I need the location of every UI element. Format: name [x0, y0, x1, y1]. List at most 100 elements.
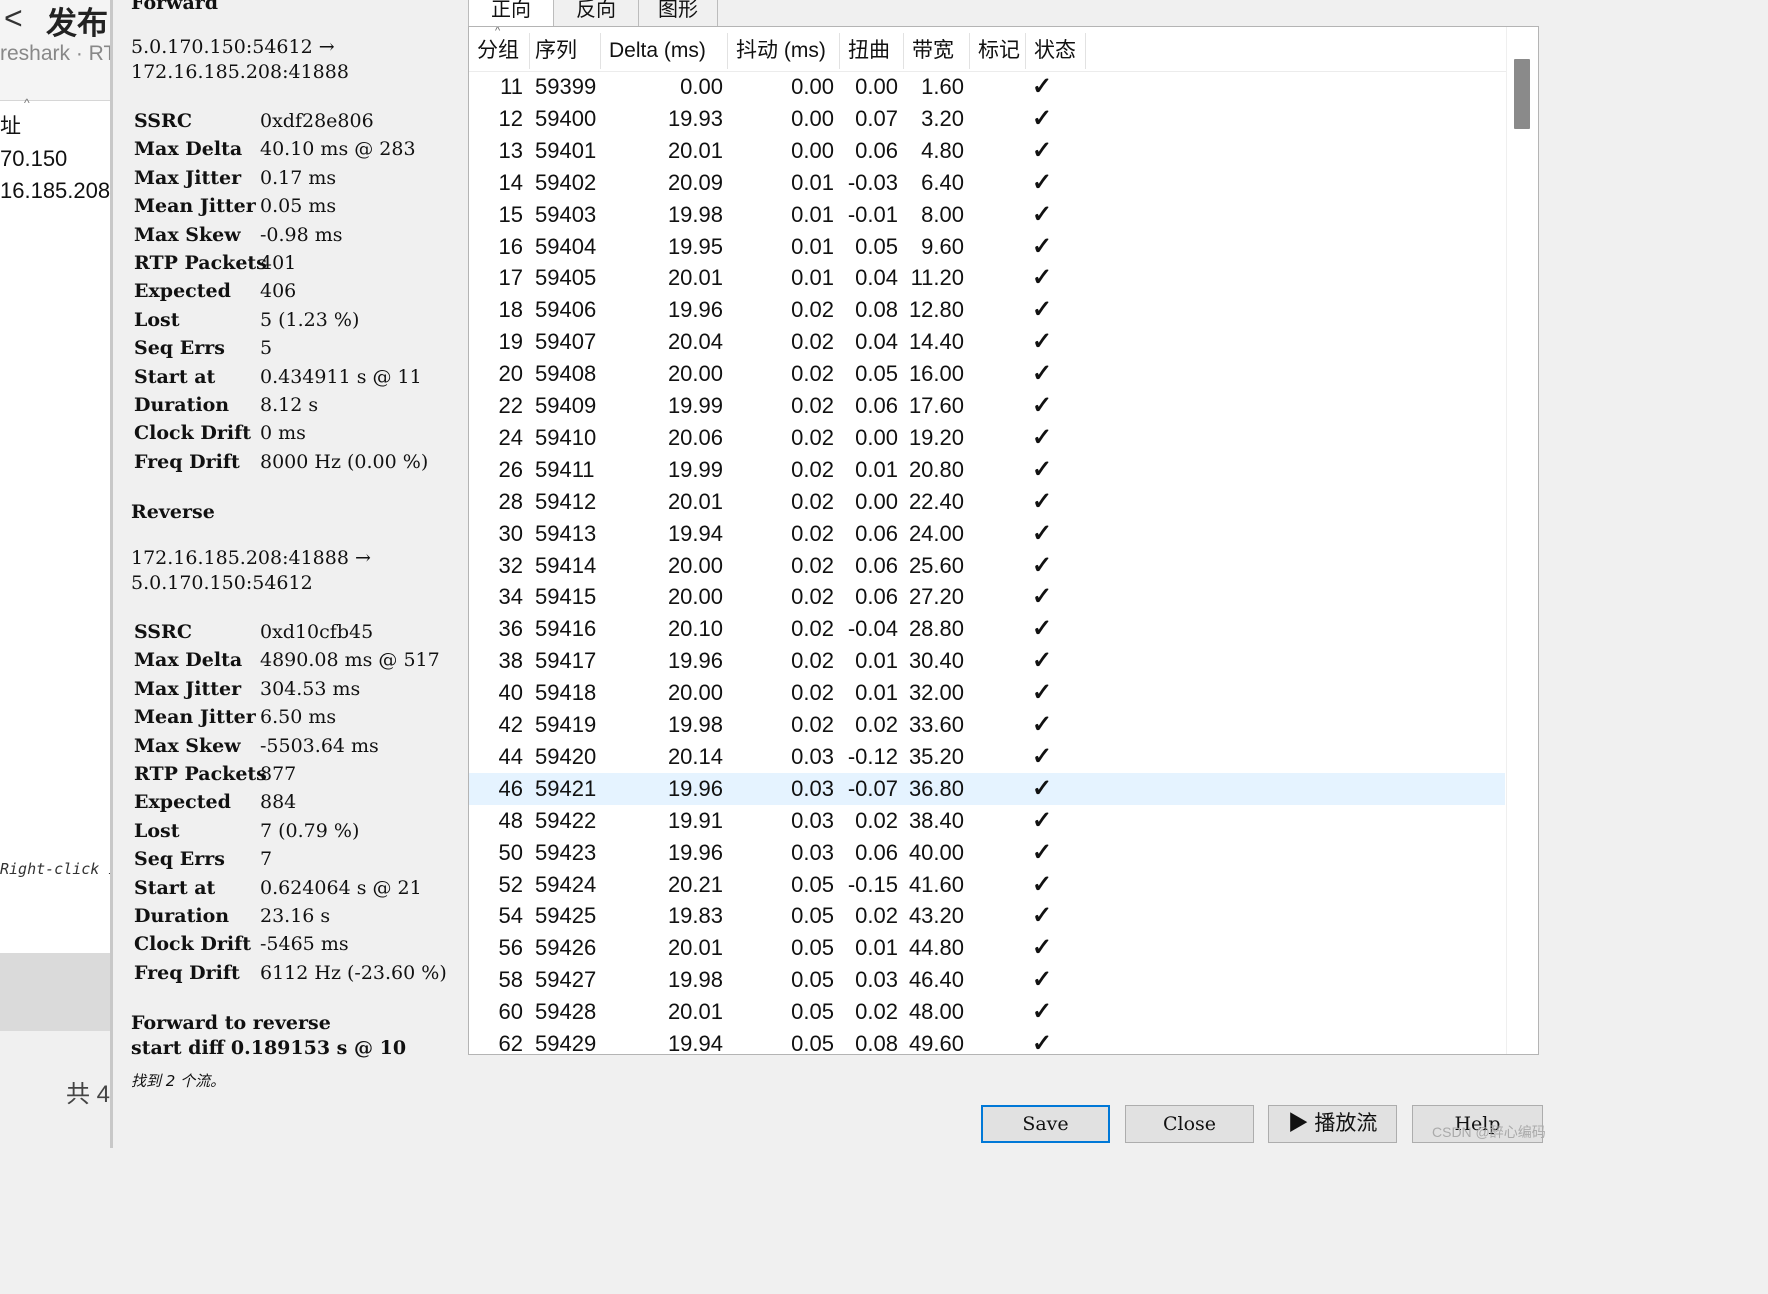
cell-jitter: 0.03: [791, 807, 834, 833]
table-row[interactable]: 30 59413 19.94 0.02 0.06 24.00 ✓: [469, 518, 1505, 550]
column-header-skew[interactable]: 扭曲: [840, 33, 904, 69]
stat-value: 6112 Hz (-23.60 %): [260, 961, 447, 984]
cell-delta: 20.01: [667, 137, 723, 163]
status-check-icon: ✓: [1032, 870, 1053, 898]
close-button[interactable]: Close: [1125, 1105, 1254, 1143]
stat-value: 0.17 ms: [260, 166, 337, 189]
cell-delta: 20.21: [667, 871, 723, 897]
cell-skew: 0.00: [855, 424, 898, 450]
stat-value: 0xdf28e806: [260, 110, 374, 132]
cell-skew: 0.02: [855, 999, 898, 1025]
cell-jitter: 0.02: [791, 584, 834, 610]
cell-bandwidth: 3.20: [921, 105, 964, 131]
cell-jitter: 0.05: [791, 871, 834, 897]
table-row[interactable]: 24 59410 20.06 0.02 0.00 19.20 ✓: [469, 422, 1505, 454]
cell-marker: [979, 900, 1019, 932]
vertical-scrollbar[interactable]: [1506, 27, 1537, 1054]
cell-sequence: 59411: [535, 456, 595, 482]
cell-sequence: 59406: [535, 297, 597, 323]
table-row[interactable]: 42 59419 19.98 0.02 0.02 33.60 ✓: [469, 709, 1505, 741]
back-arrow-icon[interactable]: <: [4, 0, 23, 37]
column-header-sequence[interactable]: 序列: [527, 33, 601, 69]
packet-table[interactable]: ^ 分组 序列 Delta (ms) 抖动 (ms) 扭曲 带宽 标记 状态 1…: [468, 26, 1539, 1055]
tab-label: 反向: [576, 0, 616, 21]
background-list-item[interactable]: 70.150: [0, 146, 67, 172]
table-row[interactable]: 62 59429 19.94 0.05 0.08 49.60 ✓: [469, 1028, 1505, 1055]
cell-jitter: 0.05: [791, 967, 834, 993]
cell-marker: [979, 390, 1019, 422]
stat-label: Mean Jitter: [134, 195, 256, 218]
table-row[interactable]: 46 59421 19.96 0.03 -0.07 36.80 ✓: [469, 772, 1505, 805]
column-header-status[interactable]: 状态: [1026, 33, 1086, 69]
table-row[interactable]: 15 59403 19.98 0.01 -0.01 8.00 ✓: [469, 199, 1505, 231]
forward-address-line: 172.16.185.208:41888: [131, 61, 349, 83]
column-header-jitter[interactable]: 抖动 (ms): [728, 33, 840, 69]
save-button[interactable]: Save: [981, 1105, 1110, 1143]
table-row[interactable]: 58 59427 19.98 0.05 0.03 46.40 ✓: [469, 964, 1505, 996]
table-row[interactable]: 52 59424 20.21 0.05 -0.15 41.60 ✓: [469, 869, 1505, 901]
stat-value: 0.624064 s @ 21: [260, 876, 422, 899]
cell-sequence: 59403: [535, 201, 597, 227]
tab-forward[interactable]: 正向: [468, 0, 554, 27]
cell-packet: 15: [498, 201, 523, 227]
column-header-delta[interactable]: Delta (ms): [601, 33, 728, 69]
cell-marker: [979, 773, 1019, 805]
table-row[interactable]: 12 59400 19.93 0.00 0.07 3.20 ✓: [469, 103, 1505, 135]
table-row[interactable]: 28 59412 20.01 0.02 0.00 22.40 ✓: [469, 486, 1505, 518]
play-streams-button[interactable]: ▶ 播放流: [1268, 1105, 1397, 1143]
compare-line: Forward to reverse: [131, 1012, 331, 1034]
cell-bandwidth: 14.40: [908, 329, 964, 355]
cell-sequence: 59400: [535, 105, 597, 131]
tab-reverse[interactable]: 反向: [553, 0, 639, 27]
cell-marker: [979, 613, 1019, 645]
table-row[interactable]: 36 59416 20.10 0.02 -0.04 28.80 ✓: [469, 613, 1505, 645]
table-row[interactable]: 20 59408 20.00 0.02 0.05 16.00 ✓: [469, 358, 1505, 390]
table-row[interactable]: 18 59406 19.96 0.02 0.08 12.80 ✓: [469, 294, 1505, 326]
table-row[interactable]: 56 59426 20.01 0.05 0.01 44.80 ✓: [469, 932, 1505, 964]
column-header-packet[interactable]: 分组: [469, 33, 530, 69]
cell-marker: [979, 135, 1019, 167]
cell-skew: 0.06: [855, 393, 898, 418]
stat-label: Duration: [134, 905, 230, 927]
background-column-header[interactable]: 址: [0, 110, 21, 140]
cell-skew: 0.08: [855, 1031, 898, 1055]
table-row[interactable]: 11 59399 0.00 0.00 0.00 1.60 ✓: [469, 71, 1505, 103]
cell-marker: [979, 932, 1019, 964]
cell-packet: 38: [498, 648, 523, 674]
cell-packet: 58: [498, 967, 523, 993]
stat-value: 0.05 ms: [260, 195, 337, 218]
column-header-bandwidth[interactable]: 带宽: [904, 33, 970, 69]
cell-bandwidth: 43.20: [908, 903, 964, 929]
table-row[interactable]: 38 59417 19.96 0.02 0.01 30.40 ✓: [469, 645, 1505, 677]
cell-bandwidth: 35.20: [908, 743, 964, 769]
table-row[interactable]: 40 59418 20.00 0.02 0.01 32.00 ✓: [469, 677, 1505, 709]
table-row[interactable]: 14 59402 20.09 0.01 -0.03 6.40 ✓: [469, 167, 1505, 199]
status-check-icon: ✓: [1032, 774, 1053, 802]
cell-skew: 0.06: [855, 552, 898, 578]
background-list-item[interactable]: 16.185.208: [0, 178, 110, 204]
table-row[interactable]: 26 59411 19.99 0.02 0.01 20.80 ✓: [469, 454, 1505, 486]
table-row[interactable]: 19 59407 20.04 0.02 0.04 14.40 ✓: [469, 326, 1505, 358]
cell-skew: 0.01: [855, 456, 898, 482]
table-row[interactable]: 34 59415 20.00 0.02 0.06 27.20 ✓: [469, 581, 1505, 613]
table-row[interactable]: 48 59422 19.91 0.03 0.02 38.40 ✓: [469, 805, 1505, 837]
cell-delta: 19.91: [667, 807, 723, 833]
status-check-icon: ✓: [1032, 1030, 1053, 1055]
cell-skew: 0.00: [855, 74, 898, 99]
table-row[interactable]: 22 59409 19.99 0.02 0.06 17.60 ✓: [469, 390, 1505, 422]
scrollbar-thumb[interactable]: [1514, 59, 1530, 129]
table-row[interactable]: 17 59405 20.01 0.01 0.04 11.20 ✓: [469, 262, 1505, 294]
column-header-marker[interactable]: 标记: [970, 33, 1026, 69]
cell-sequence: 59418: [535, 680, 597, 706]
cell-sequence: 59425: [535, 903, 597, 929]
table-row[interactable]: 16 59404 19.95 0.01 0.05 9.60 ✓: [469, 231, 1505, 263]
table-row[interactable]: 60 59428 20.01 0.05 0.02 48.00 ✓: [469, 996, 1505, 1028]
cell-packet: 62: [498, 1031, 523, 1055]
tab-graph[interactable]: 图形: [638, 0, 718, 27]
table-row[interactable]: 50 59423 19.96 0.03 0.06 40.00 ✓: [469, 837, 1505, 869]
table-row[interactable]: 13 59401 20.01 0.00 0.06 4.80 ✓: [469, 135, 1505, 167]
table-row[interactable]: 32 59414 20.00 0.02 0.06 25.60 ✓: [469, 550, 1505, 582]
table-row[interactable]: 44 59420 20.14 0.03 -0.12 35.20 ✓: [469, 741, 1505, 773]
table-row[interactable]: 54 59425 19.83 0.05 0.02 43.20 ✓: [469, 900, 1505, 932]
cell-packet: 42: [498, 712, 523, 737]
